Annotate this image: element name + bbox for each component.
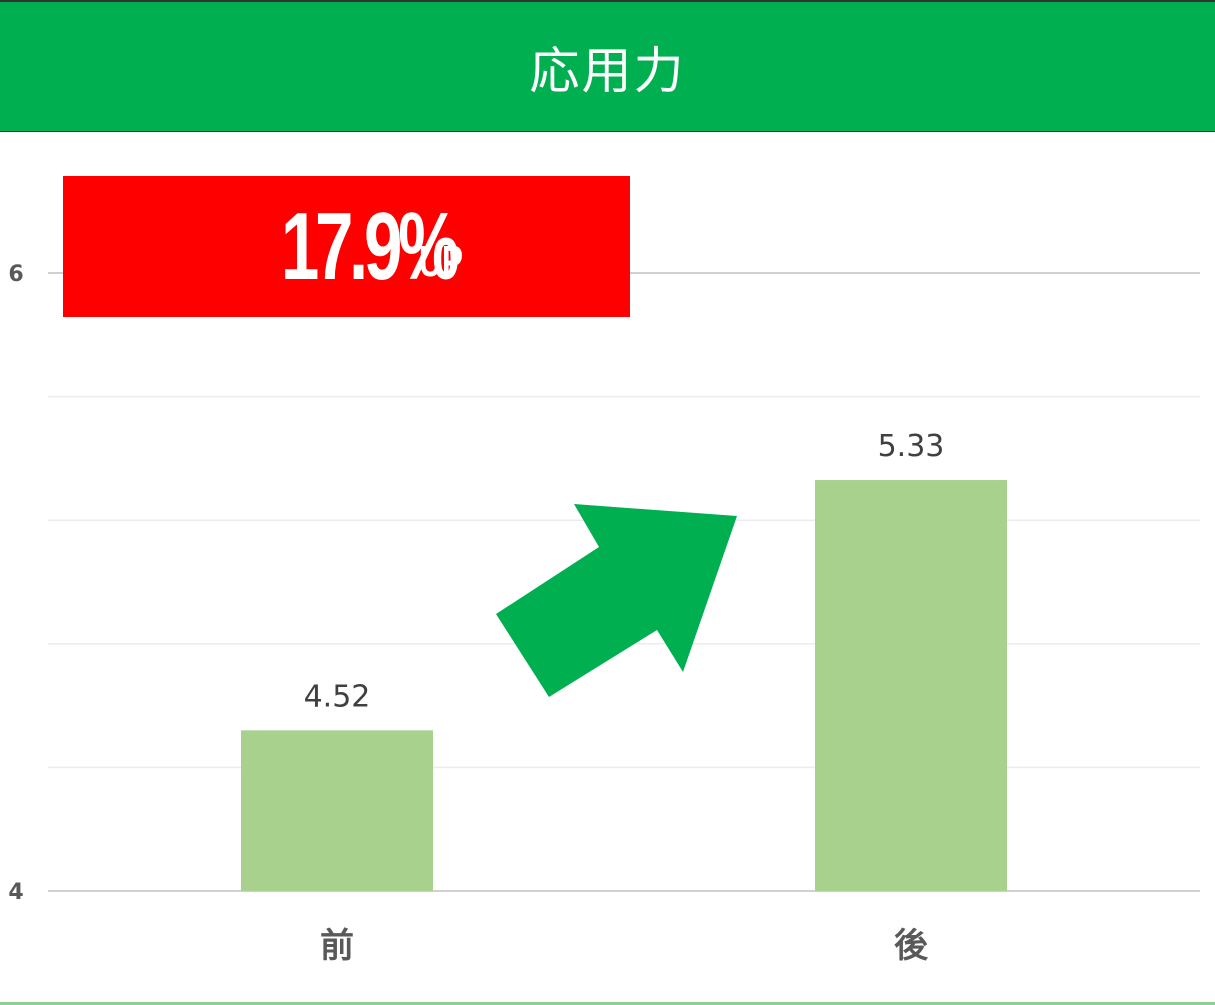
data-label: 5.33: [878, 429, 945, 464]
increase-badge: 17.9% UP: [63, 176, 630, 317]
increase-suffix: UP: [419, 237, 464, 286]
up-right-arrow-icon: [496, 504, 737, 697]
category-labels: 前後: [320, 926, 929, 966]
bar-chart: 46 4.525.33 前後: [8, 262, 1200, 966]
data-label: 4.52: [304, 679, 371, 714]
chart-frame: 応用力 46 4.52 5.33 前後 17.9% UP: [0, 0, 1215, 1005]
bar: [815, 480, 1007, 891]
y-tick-label: 4: [8, 880, 23, 905]
category-label: 後: [894, 926, 929, 966]
y-axis-ticks: 46: [8, 262, 23, 905]
y-tick-label: 6: [8, 262, 23, 287]
bar: [241, 730, 433, 891]
category-label: 前: [320, 926, 354, 966]
